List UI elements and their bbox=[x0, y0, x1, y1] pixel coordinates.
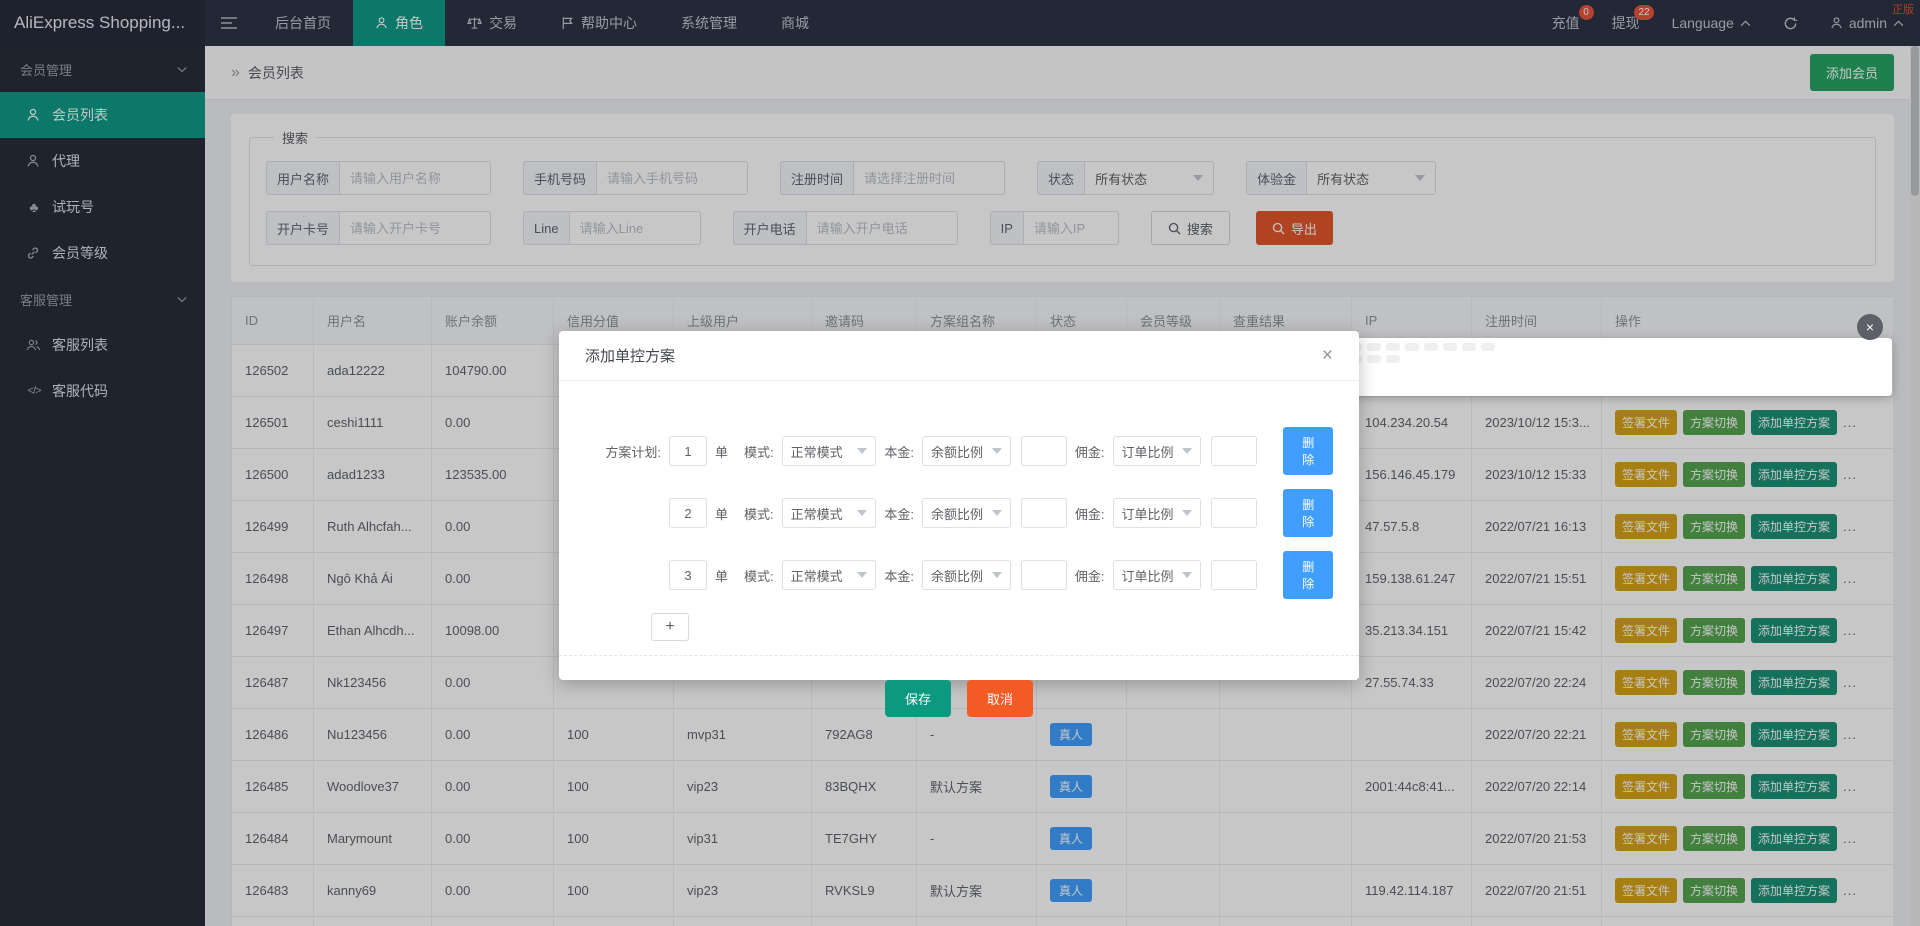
principal-label: 本金: bbox=[884, 566, 914, 585]
principal-select[interactable]: 余额比例 bbox=[922, 436, 1011, 466]
panel-action-button[interactable] bbox=[1405, 343, 1419, 351]
select-value: 正常模式 bbox=[791, 442, 843, 461]
plan-row: 单 模式: 正常模式 本金: 余额比例 佣金: 订单比例 删除 bbox=[585, 489, 1333, 537]
panel-action-button[interactable] bbox=[1462, 343, 1476, 351]
add-plan-button[interactable]: + bbox=[651, 613, 689, 641]
mode-select[interactable]: 正常模式 bbox=[782, 436, 877, 466]
principal-label: 本金: bbox=[884, 504, 914, 523]
panel-action-button[interactable] bbox=[1367, 343, 1381, 351]
caret-down-icon bbox=[992, 510, 1002, 516]
add-plan-modal: 添加单控方案 × 方案计划: 单 模式: 正常模式 本金: 余额比例 佣金: bbox=[559, 331, 1359, 680]
save-button[interactable]: 保存 bbox=[885, 680, 951, 717]
plan-row: 方案计划: 单 模式: 正常模式 本金: 余额比例 佣金: 订单比例 bbox=[585, 427, 1333, 475]
panel-action-button[interactable] bbox=[1424, 343, 1438, 351]
plan-number-input[interactable] bbox=[669, 560, 707, 590]
caret-down-icon bbox=[1182, 510, 1192, 516]
principal-label: 本金: bbox=[884, 442, 914, 461]
panel-action-button[interactable] bbox=[1367, 355, 1381, 363]
principal-select[interactable]: 余额比例 bbox=[922, 498, 1011, 528]
commission-label: 佣金: bbox=[1075, 442, 1105, 461]
select-value: 余额比例 bbox=[931, 504, 983, 523]
close-icon: × bbox=[1866, 319, 1874, 335]
panel-action-button[interactable] bbox=[1386, 355, 1400, 363]
commission-select[interactable]: 订单比例 bbox=[1113, 436, 1202, 466]
panel-action-button[interactable] bbox=[1443, 343, 1457, 351]
plan-number-input[interactable] bbox=[669, 436, 707, 466]
principal-value-input[interactable] bbox=[1021, 560, 1067, 590]
select-value: 订单比例 bbox=[1122, 566, 1174, 585]
modal-footer: 保存 取消 bbox=[559, 656, 1359, 717]
select-value: 订单比例 bbox=[1122, 504, 1174, 523]
select-value: 订单比例 bbox=[1122, 442, 1174, 461]
modal-title: 添加单控方案 bbox=[585, 345, 675, 366]
panel-action-button[interactable] bbox=[1481, 343, 1495, 351]
commission-label: 佣金: bbox=[1075, 566, 1105, 585]
caret-down-icon bbox=[857, 448, 867, 454]
mode-select[interactable]: 正常模式 bbox=[782, 560, 877, 590]
caret-down-icon bbox=[857, 572, 867, 578]
unit-label: 单 bbox=[715, 504, 728, 523]
mode-label: 模式: bbox=[744, 504, 774, 523]
principal-value-input[interactable] bbox=[1021, 436, 1067, 466]
commission-select[interactable]: 订单比例 bbox=[1113, 560, 1202, 590]
mode-select[interactable]: 正常模式 bbox=[782, 498, 877, 528]
close-icon: × bbox=[1322, 345, 1333, 366]
unit-label: 单 bbox=[715, 566, 728, 585]
delete-plan-button[interactable]: 删除 bbox=[1283, 427, 1333, 475]
commission-value-input[interactable] bbox=[1211, 436, 1257, 466]
principal-value-input[interactable] bbox=[1021, 498, 1067, 528]
caret-down-icon bbox=[992, 448, 1002, 454]
delete-plan-button[interactable]: 删除 bbox=[1283, 489, 1333, 537]
commission-label: 佣金: bbox=[1075, 504, 1105, 523]
plan-number-input[interactable] bbox=[669, 498, 707, 528]
caret-down-icon bbox=[857, 510, 867, 516]
delete-plan-button[interactable]: 删除 bbox=[1283, 551, 1333, 599]
commission-select[interactable]: 订单比例 bbox=[1113, 498, 1202, 528]
mode-label: 模式: bbox=[744, 442, 774, 461]
caret-down-icon bbox=[1182, 572, 1192, 578]
principal-select[interactable]: 余额比例 bbox=[922, 560, 1011, 590]
plan-label: 方案计划: bbox=[585, 442, 669, 461]
caret-down-icon bbox=[992, 572, 1002, 578]
mode-label: 模式: bbox=[744, 566, 774, 585]
unit-label: 单 bbox=[715, 442, 728, 461]
select-value: 正常模式 bbox=[791, 566, 843, 585]
select-value: 正常模式 bbox=[791, 504, 843, 523]
plan-row: 单 模式: 正常模式 本金: 余额比例 佣金: 订单比例 删除 bbox=[585, 551, 1333, 599]
panel-action-button[interactable] bbox=[1386, 343, 1400, 351]
commission-value-input[interactable] bbox=[1211, 560, 1257, 590]
cancel-button[interactable]: 取消 bbox=[967, 680, 1033, 717]
select-value: 余额比例 bbox=[931, 442, 983, 461]
panel-close-button[interactable]: × bbox=[1857, 314, 1883, 340]
row-action-panel: × bbox=[1340, 338, 1892, 396]
modal-close-button[interactable]: × bbox=[1322, 346, 1333, 365]
select-value: 余额比例 bbox=[931, 566, 983, 585]
modal-header: 添加单控方案 × bbox=[559, 331, 1359, 381]
commission-value-input[interactable] bbox=[1211, 498, 1257, 528]
caret-down-icon bbox=[1182, 448, 1192, 454]
